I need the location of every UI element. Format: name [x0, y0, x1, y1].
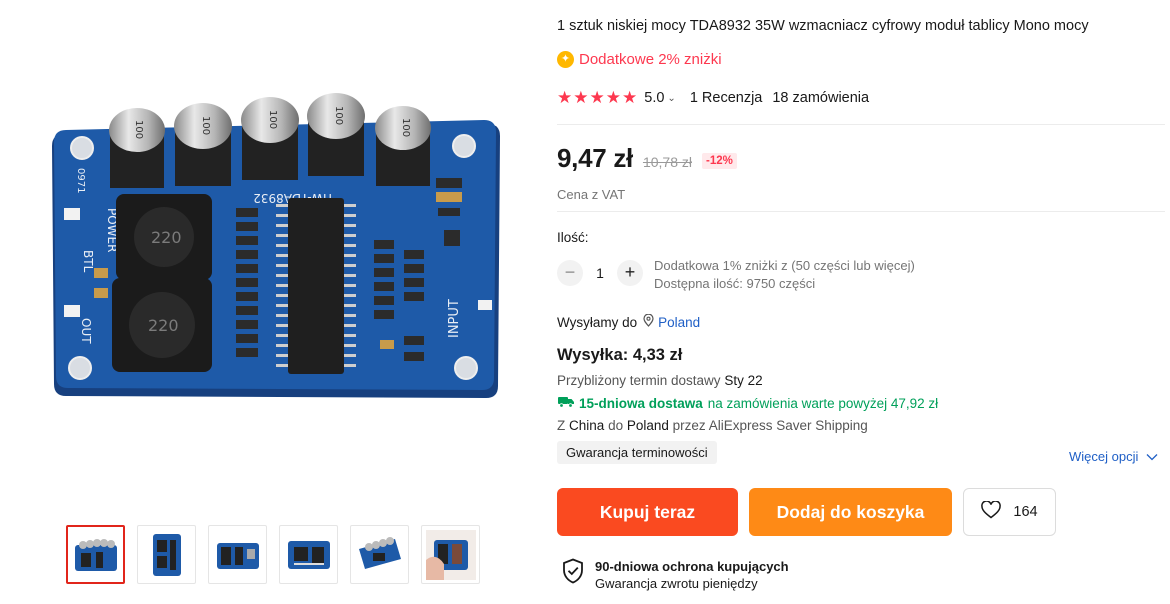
buy-now-button[interactable]: Kupuj teraz — [557, 488, 738, 536]
star-icon: ★ — [622, 88, 638, 107]
shield-check-icon — [562, 558, 584, 589]
quantity-label: Ilość: — [557, 230, 589, 245]
stock-note: Dostępna ilość: 9750 części — [654, 275, 816, 291]
heart-icon — [981, 500, 1002, 523]
divider — [557, 124, 1165, 125]
divider — [557, 211, 1165, 212]
on-time-guarantee-badge[interactable]: Gwarancja terminowości — [557, 441, 717, 464]
input-silkscreen: INPUT — [447, 299, 462, 338]
capacitors: 100 100 100 100 100 — [109, 93, 431, 188]
buyer-protection-title: 90-dniowa ochrona kupujących — [595, 559, 789, 574]
delivery-date: Sty 22 — [724, 373, 763, 388]
route-via-label: przez — [672, 418, 706, 433]
promo-text: Dodatkowe 2% zniżki — [579, 51, 722, 68]
chevron-down-icon[interactable]: ⌄ — [667, 93, 675, 104]
shipping-carrier: AliExpress Saver Shipping — [708, 418, 868, 433]
fast-delivery-title: 15-dniowa dostawa — [579, 395, 703, 411]
star-icon: ★ — [573, 88, 589, 107]
star-icon: ★ — [605, 88, 621, 107]
product-info: 1 sztuk niskiej mocy TDA8932 35W wzmacni… — [557, 0, 1165, 604]
fast-delivery-condition: na zamówienia warte powyżej 47,92 zł — [707, 395, 939, 411]
gallery-thumbnail[interactable] — [66, 525, 125, 584]
extra-discount-promo: ✦ Dodatkowe 2% zniżki — [557, 51, 722, 68]
gallery-thumbnail[interactable] — [208, 525, 267, 584]
route-from-label: Z — [557, 418, 566, 433]
buyer-protection[interactable]: 90-dniowa ochrona kupujących Gwarancja z… — [562, 558, 789, 592]
quantity-stepper: − 1 + — [557, 260, 643, 286]
reviews-link[interactable]: 1 Recenzja — [690, 90, 763, 106]
quantity-value[interactable]: 1 — [583, 265, 617, 281]
star-rating: ★ ★ ★ ★ ★ — [557, 89, 637, 107]
gallery-thumbnail[interactable] — [421, 525, 480, 584]
delivery-estimate: Przybliżony termin dostawy Sty 22 — [557, 373, 763, 388]
gallery-thumbnail[interactable] — [350, 525, 409, 584]
star-icon: ★ — [589, 88, 605, 107]
original-price: 10,78 zł — [642, 154, 692, 170]
product-title: 1 sztuk niskiej mocy TDA8932 35W wzmacni… — [557, 18, 1089, 34]
main-product-image[interactable]: POWER 0971 BTL OUT INPUT HW-TDA8932 220 … — [40, 90, 510, 420]
route-origin: China — [569, 418, 605, 433]
route-destination: Poland — [626, 418, 669, 433]
gallery-thumbnail[interactable] — [137, 525, 196, 584]
quantity-notes: Dodatkowa 1% zniżki z (50 części lub wię… — [654, 257, 915, 292]
vat-note: Cena z VAT — [557, 187, 626, 202]
wishlist-count: 164 — [1013, 504, 1038, 520]
gallery-thumbnail[interactable] — [279, 525, 338, 584]
add-to-cart-button[interactable]: Dodaj do koszyka — [749, 488, 952, 536]
quantity-decrease-button[interactable]: − — [557, 260, 583, 286]
thumbnail-strip — [66, 525, 480, 584]
location-pin-icon — [643, 313, 654, 330]
price-row: 9,47 zł 10,78 zł -12% — [557, 143, 737, 174]
ship-to-label: Wysyłamy do — [557, 314, 638, 330]
current-price: 9,47 zł — [557, 143, 633, 173]
btl-silkscreen: BTL — [81, 250, 95, 273]
bulk-discount-note: Dodatkowa 1% zniżki z (50 części lub wię… — [654, 258, 915, 273]
rating-row: ★ ★ ★ ★ ★ 5.0 ⌄ 1 Recenzja 18 zamówienia — [557, 89, 869, 107]
ship-to-country-link[interactable]: Poland — [658, 315, 700, 330]
shipping-cost: Wysyłka: 4,33 zł — [557, 346, 683, 364]
more-options-link[interactable]: Więcej opcji — [1069, 449, 1158, 464]
inductor-1-label: 220 — [151, 228, 182, 247]
orders-count: 18 zamówienia — [772, 90, 870, 106]
svg-text:100: 100 — [400, 118, 411, 137]
product-gallery: POWER 0971 BTL OUT INPUT HW-TDA8932 220 … — [0, 0, 540, 604]
rating-score[interactable]: 5.0 — [644, 90, 664, 106]
star-icon: ★ — [557, 88, 573, 107]
svg-text:100: 100 — [200, 116, 211, 135]
buyer-protection-text: 90-dniowa ochrona kupujących Gwarancja z… — [595, 558, 789, 592]
more-options-label: Więcej opcji — [1069, 449, 1139, 464]
chevron-down-icon — [1146, 449, 1158, 464]
truck-icon — [557, 395, 575, 411]
discount-badge: -12% — [702, 153, 737, 169]
ship-to-row: Wysyłamy do Poland — [557, 313, 700, 330]
svg-text:100: 100 — [267, 110, 278, 129]
inductor-2-label: 220 — [148, 316, 179, 335]
coin-icon: ✦ — [557, 51, 574, 68]
svg-text:100: 100 — [333, 106, 344, 125]
shipping-route: Z China do Poland przez AliExpress Saver… — [557, 418, 868, 433]
code-silkscreen: 0971 — [75, 168, 86, 193]
fast-delivery-row: 15-dniowa dostawa na zamówienia warte po… — [557, 395, 938, 411]
out-silkscreen: OUT — [79, 318, 93, 344]
svg-text:100: 100 — [133, 120, 144, 139]
delivery-label: Przybliżony termin dostawy — [557, 373, 721, 388]
quantity-increase-button[interactable]: + — [617, 260, 643, 286]
route-to-label: do — [608, 418, 624, 433]
buyer-protection-subtitle: Gwarancja zwrotu pieniędzy — [595, 576, 758, 591]
wishlist-button[interactable]: 164 — [963, 488, 1056, 536]
